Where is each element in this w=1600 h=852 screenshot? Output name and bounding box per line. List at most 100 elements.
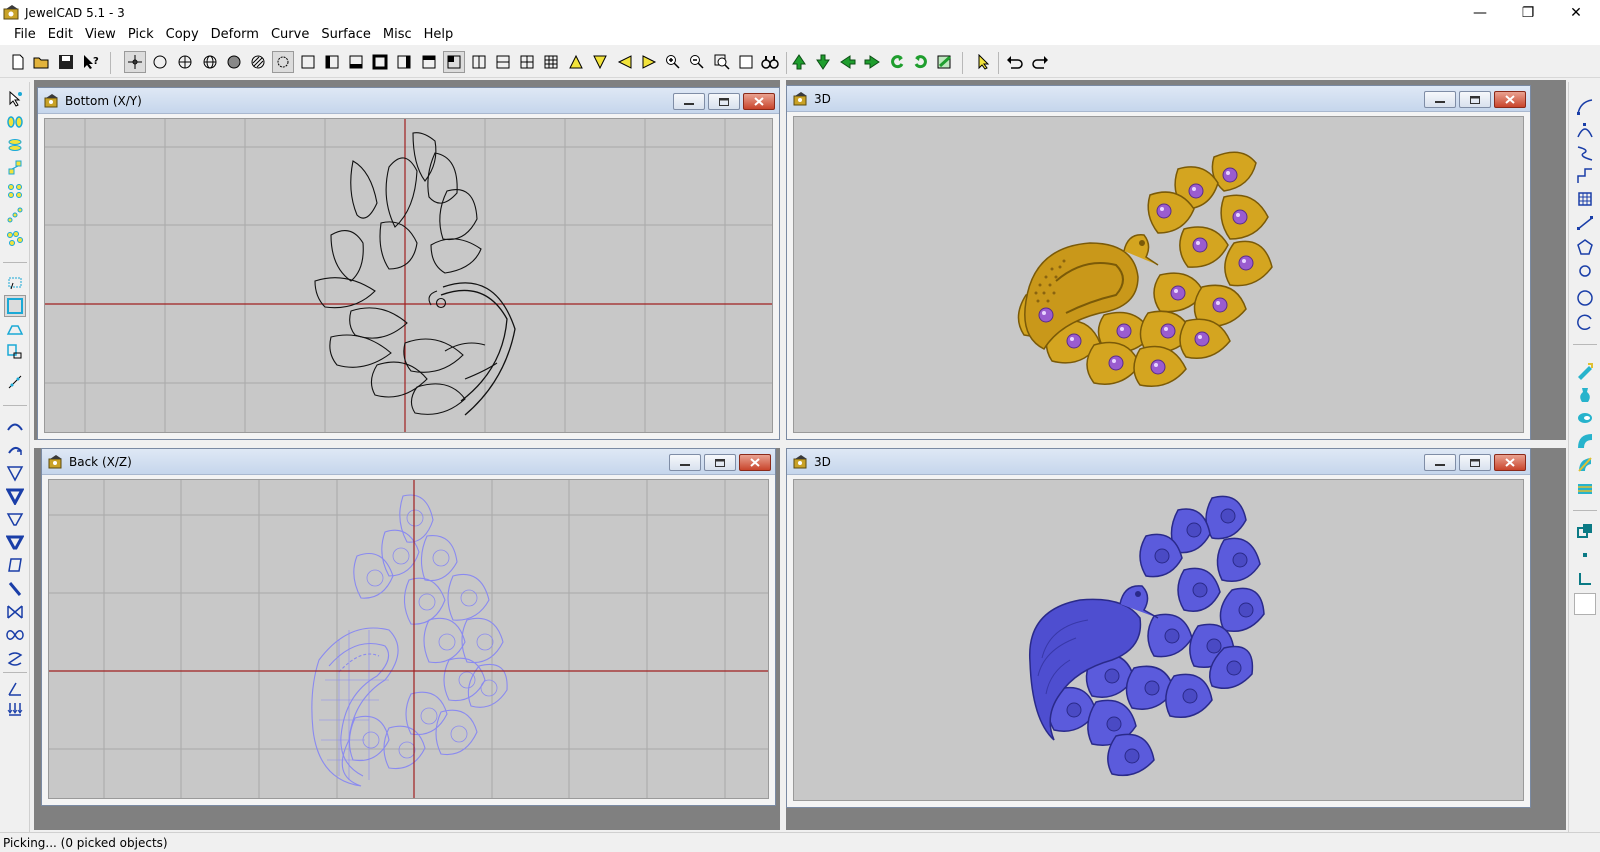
vertical-splitter[interactable] [780, 80, 786, 830]
arc-curve-button[interactable] [4, 439, 26, 461]
viewport-canvas[interactable] [793, 479, 1524, 801]
rotate-right-button[interactable] [638, 51, 660, 73]
viewport-close-button[interactable] [739, 454, 771, 471]
mesh-sphere-button[interactable] [199, 51, 221, 73]
menu-deform[interactable]: Deform [205, 27, 265, 42]
corner-tool-button[interactable] [1574, 568, 1596, 590]
curve-step-button[interactable] [1574, 165, 1596, 187]
taper-solid-button[interactable] [4, 531, 26, 553]
split-vertical-button[interactable] [468, 51, 490, 73]
menu-help[interactable]: Help [418, 27, 460, 42]
undo-button[interactable] [1004, 51, 1026, 73]
cone-tool-button[interactable] [4, 462, 26, 484]
viewport-maximize-button[interactable] [708, 93, 740, 110]
close-button[interactable]: ✕ [1552, 0, 1600, 25]
zoom-in-button[interactable] [662, 51, 684, 73]
zoom-fit-button[interactable] [735, 51, 757, 73]
rotate-up-button[interactable] [565, 51, 587, 73]
circle-view-button[interactable] [149, 51, 171, 73]
menu-pick[interactable]: Pick [122, 27, 160, 42]
dot-tool-button[interactable] [1574, 544, 1596, 566]
redo-button[interactable] [1029, 51, 1051, 73]
viewport-close-button[interactable] [1494, 454, 1526, 471]
arc-circle-button[interactable] [1574, 311, 1596, 333]
viewport-maximize-button[interactable] [704, 454, 736, 471]
select-pointer-button[interactable] [973, 51, 995, 73]
viewport-maximize-button[interactable] [1459, 91, 1491, 108]
view-bottom-button[interactable] [345, 51, 367, 73]
render-sphere-button[interactable] [247, 51, 269, 73]
view-rotate-button[interactable] [934, 51, 956, 73]
menu-edit[interactable]: Edit [42, 27, 79, 42]
four-views-button[interactable] [516, 51, 538, 73]
circle-tool-button[interactable] [1574, 287, 1596, 309]
box-pick-button[interactable] [4, 295, 26, 317]
viewport-minimize-button[interactable] [1424, 454, 1456, 471]
single-view-button[interactable] [297, 51, 319, 73]
view-right-button[interactable] [393, 51, 415, 73]
surface-revolve-button[interactable] [1574, 384, 1596, 406]
pick-point-button[interactable] [124, 51, 146, 73]
curve-split-button[interactable] [1574, 142, 1596, 164]
polygon-tool-button[interactable] [1574, 236, 1596, 258]
hide-sphere-button[interactable] [272, 51, 294, 73]
viewport-close-button[interactable] [743, 93, 775, 110]
move-down-button[interactable] [812, 51, 834, 73]
rotate-left-button[interactable] [614, 51, 636, 73]
dome-pick-button[interactable] [4, 318, 26, 340]
viewport-maximize-button[interactable] [1459, 454, 1491, 471]
small-circle-button[interactable] [1574, 260, 1596, 282]
shaded-sphere-button[interactable] [223, 51, 245, 73]
pick-cluster-button[interactable] [4, 228, 26, 250]
surface-rail-button[interactable] [1574, 453, 1596, 475]
pick-chain-button[interactable] [4, 204, 26, 226]
drop-tool-button[interactable] [4, 698, 26, 720]
wave-tool-button[interactable] [4, 648, 26, 670]
open-file-button[interactable] [31, 51, 53, 73]
shear-solid-button[interactable] [4, 578, 26, 600]
viewport-canvas[interactable] [44, 118, 773, 433]
arc-tool-button[interactable] [4, 416, 26, 438]
measure-angle-button[interactable] [4, 678, 26, 700]
viewport-canvas[interactable] [793, 116, 1524, 433]
viewport-canvas[interactable] [48, 479, 769, 799]
menu-file[interactable]: File [8, 27, 42, 42]
blank-tool-button[interactable] [1574, 593, 1596, 615]
menu-view[interactable]: View [79, 27, 122, 42]
view-corner-button[interactable] [443, 51, 465, 73]
cone-solid-button[interactable] [4, 485, 26, 507]
view-left-button[interactable] [321, 51, 343, 73]
menu-curve[interactable]: Curve [265, 27, 315, 42]
menu-copy[interactable]: Copy [160, 27, 205, 42]
horizontal-splitter[interactable] [34, 440, 1566, 448]
grid-views-button[interactable] [540, 51, 562, 73]
pick-layer-button[interactable] [4, 134, 26, 156]
taper-tool-button[interactable] [4, 508, 26, 530]
viewport-close-button[interactable] [1494, 91, 1526, 108]
surface-grid-button[interactable] [1574, 188, 1596, 210]
move-up-button[interactable] [788, 51, 810, 73]
view-top-button[interactable] [418, 51, 440, 73]
pick-grid-button[interactable] [4, 180, 26, 202]
point-pick-button[interactable] [4, 371, 26, 393]
curve-bezier-button[interactable] [1574, 119, 1596, 141]
twist-tool-button[interactable] [4, 601, 26, 623]
zoom-window-button[interactable] [711, 51, 733, 73]
viewport-minimize-button[interactable] [669, 454, 701, 471]
rotate-cw-button[interactable] [910, 51, 932, 73]
new-file-button[interactable] [7, 51, 29, 73]
wire-sphere-button[interactable] [174, 51, 196, 73]
pick-points-button[interactable] [4, 157, 26, 179]
rotate-ccw-button[interactable] [886, 51, 908, 73]
window-pick-button[interactable] [4, 271, 26, 293]
save-button[interactable] [55, 51, 77, 73]
zoom-all-button[interactable] [759, 51, 781, 73]
minimize-button[interactable]: — [1456, 0, 1504, 25]
move-left-button[interactable] [837, 51, 859, 73]
surface-tube-button[interactable] [1574, 478, 1596, 500]
pick-pair-button[interactable] [4, 111, 26, 133]
surface-sweep-button[interactable] [1574, 407, 1596, 429]
surface-loft-button[interactable] [1574, 430, 1596, 452]
zoom-out-button[interactable] [686, 51, 708, 73]
curve-draw-button[interactable] [1574, 96, 1596, 118]
